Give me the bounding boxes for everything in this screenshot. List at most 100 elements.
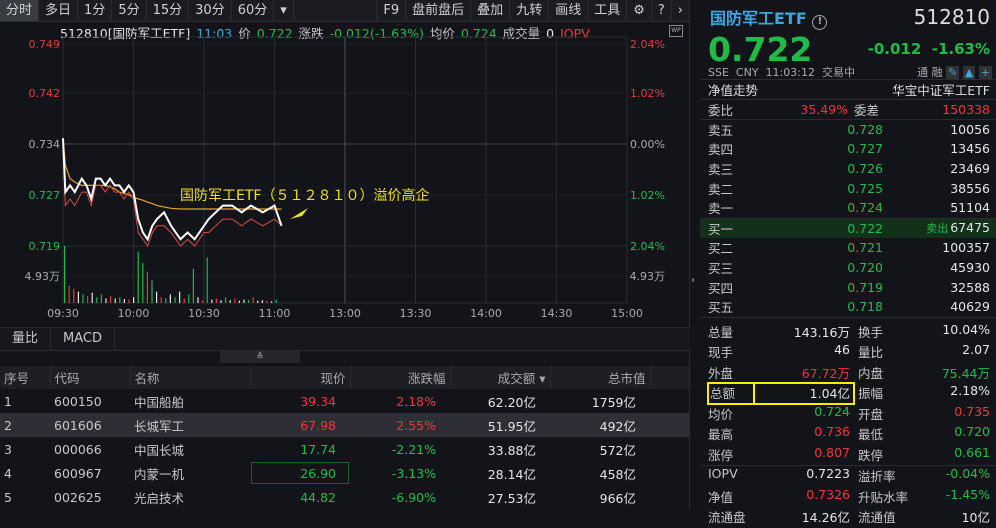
row-price: 17.74 <box>300 441 336 457</box>
ask-level-4[interactable]: 卖二 0.725 38556 <box>700 178 996 198</box>
stat-value: 1.04亿 <box>753 382 855 405</box>
level-label: 卖四 <box>708 142 734 158</box>
ask-level-1[interactable]: 卖五 0.728 10056 <box>700 120 996 140</box>
row-code: 600967 <box>54 465 102 481</box>
stat-value: 14.26亿 <box>801 510 850 526</box>
bid-level-3[interactable]: 买三 0.720 45930 <box>700 258 996 278</box>
stat-value: 0.7326 <box>806 486 850 502</box>
nav-trend-link[interactable]: 净值走势 <box>708 80 758 99</box>
col-index[interactable]: 序号 <box>0 366 51 389</box>
level-price: 0.722 <box>847 220 883 236</box>
y-tick-left: 0.734 <box>29 138 61 151</box>
level-label: 买五 <box>708 300 734 316</box>
stat-label: 现手 <box>708 345 734 361</box>
volume-bar <box>169 294 171 303</box>
plus-icon[interactable]: + <box>978 65 992 79</box>
row-index: 3 <box>4 441 12 457</box>
y-tick-right: 0.00% <box>630 138 665 151</box>
row-market-cap: 966亿 <box>599 490 636 506</box>
fund-code: 512810 <box>913 5 990 29</box>
stat-row: IOPV 0.7223 溢折率 -0.04% <box>700 466 996 487</box>
chart-panel: 分时 多日 1分 5分 15分 30分 60分 ▾ F9 盘前盘后 叠加 九转 … <box>0 0 690 510</box>
x-tick: 10:30 <box>188 307 220 320</box>
row-market-cap: 572亿 <box>599 442 636 458</box>
col-change-pct[interactable]: 涨跌幅 <box>350 366 451 389</box>
stat-row: 涨停 0.807 跌停 0.661 <box>700 445 996 466</box>
bid-level-5[interactable]: 买五 0.718 40629 <box>700 297 996 317</box>
bid-ratio-label: 委比 <box>708 102 734 118</box>
row-price: 39.34 <box>300 393 336 409</box>
intraday-chart[interactable]: 0.749 2.04% 0.742 1.02% 0.734 0.00% 0.727 1.02%… <box>0 0 690 326</box>
row-change-pct: -2.21% <box>391 441 436 457</box>
col-turnover[interactable]: 成交额 ▾ <box>450 366 551 389</box>
volume-bar <box>160 297 162 303</box>
col-name[interactable]: 名称 <box>130 366 251 389</box>
row-change-pct: 2.55% <box>350 413 450 437</box>
rong-badge: 融 <box>931 65 943 79</box>
bid-level-1[interactable]: 买一 0.722 卖出 67475 <box>700 218 996 239</box>
volume-bar <box>211 299 213 303</box>
row-change-pct: -6.90% <box>391 489 436 505</box>
col-price[interactable]: 现价 <box>250 366 351 389</box>
volume-bar <box>123 299 125 303</box>
table-row[interactable]: 5 002625 光启技术 44.82 -6.90% 27.53亿 966亿 <box>0 485 690 509</box>
stat-label: 量比 <box>858 345 884 361</box>
volume-bar <box>206 257 208 303</box>
volume-tick: 4.93万 <box>25 270 61 283</box>
volume-bar <box>266 300 268 303</box>
table-row[interactable]: 3 000066 中国长城 17.74 -2.21% 33.88亿 572亿 <box>0 437 690 461</box>
stat-row: 均价 0.724 开盘 0.735 <box>700 404 996 425</box>
ask-level-2[interactable]: 卖四 0.727 13456 <box>700 139 996 159</box>
level-price: 0.720 <box>847 260 883 276</box>
x-tick: 10:00 <box>118 307 150 320</box>
y-tick-right: 1.02% <box>630 189 665 202</box>
trading-status: 交易中 <box>821 65 855 79</box>
y-tick-right: 1.02% <box>630 87 665 100</box>
level-price: 0.721 <box>847 240 883 256</box>
volume-bar <box>77 291 79 303</box>
stat-value: 10亿 <box>961 510 990 526</box>
stat-label: IOPV <box>708 466 738 482</box>
table-row[interactable]: 2 601606 长城军工 67.98 2.55% 51.95亿 492亿 <box>0 413 690 437</box>
x-tick: 09:30 <box>47 307 79 320</box>
bid-levels: 买一 0.722 卖出 67475 买二 0.721 100357 买三 0.720 45930 买… <box>700 218 996 318</box>
level-label: 卖五 <box>708 122 734 138</box>
row-name: 中国长城 <box>134 442 185 458</box>
row-index: 5 <box>4 489 12 505</box>
col-market-cap[interactable]: 总市值 <box>550 366 651 389</box>
expand-panel-arrow[interactable]: › <box>691 275 700 286</box>
col-code[interactable]: 代码 <box>50 366 131 389</box>
info-icon[interactable]: ! <box>812 14 828 30</box>
tab-volume-ratio[interactable]: 量比 <box>0 328 52 350</box>
volume-bar <box>82 294 84 303</box>
row-name: 内蒙一机 <box>134 466 185 482</box>
x-tick: 15:00 <box>611 307 643 320</box>
row-market-cap: 492亿 <box>550 413 650 437</box>
row-price: 26.90 <box>250 461 350 485</box>
level-price: 0.725 <box>847 180 883 196</box>
ask-level-5[interactable]: 卖一 0.724 51104 <box>700 198 996 218</box>
ask-level-3[interactable]: 卖三 0.726 23469 <box>700 159 996 179</box>
stat-row: 外盘 67.72万 内盘 75.44万 <box>700 363 996 384</box>
level-volume: 13456 <box>950 141 990 157</box>
stat-row: 净值 0.7326 升贴水率 -1.45% <box>700 487 996 508</box>
tab-macd[interactable]: MACD <box>51 328 115 350</box>
table-row[interactable]: 1 600150 中国船舶 39.34 2.18% 62.20亿 1759亿 <box>0 389 690 413</box>
stat-value: 0.661 <box>954 444 990 460</box>
row-price: 44.82 <box>300 489 336 505</box>
row-turnover: 28.14亿 <box>487 466 536 482</box>
bell-icon[interactable]: ▲ <box>962 65 976 79</box>
stat-value: 0.735 <box>954 403 990 419</box>
bid-level-2[interactable]: 买二 0.721 100357 <box>700 238 996 258</box>
table-row[interactable]: 4 600967 内蒙一机 26.90 -3.13% 28.14亿 458亿 <box>0 461 690 485</box>
collapse-handle[interactable]: ≚ <box>220 351 300 363</box>
stats-grid: 总量 143.16万 换手 10.04% 现手 46 量比 2.07 外盘 67.72万 内盘 75.… <box>700 322 996 467</box>
stat-value: 0.720 <box>954 424 990 440</box>
y-tick-left: 0.749 <box>29 38 61 51</box>
bid-level-4[interactable]: 买四 0.719 32588 <box>700 277 996 297</box>
stat-value: 2.18% <box>950 383 990 399</box>
pencil-icon[interactable]: ✎ <box>946 65 960 79</box>
stat-label: 均价 <box>708 406 734 422</box>
volume-bar <box>257 300 259 303</box>
volume-bar <box>238 300 240 303</box>
